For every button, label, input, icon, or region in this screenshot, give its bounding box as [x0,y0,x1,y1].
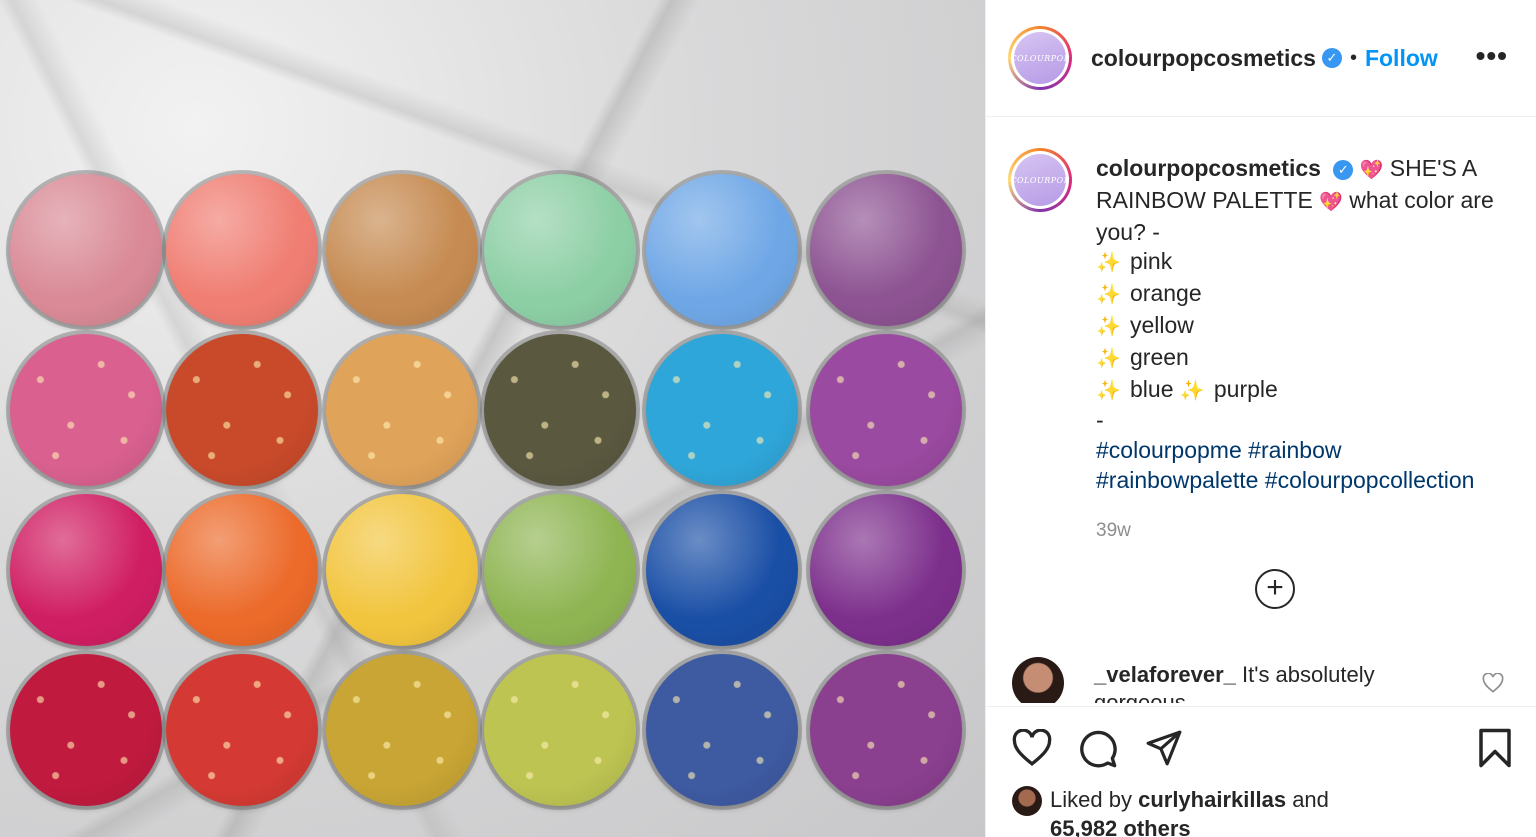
eyeshadow-pan [326,494,478,646]
eyeshadow-pan [484,494,636,646]
eyeshadow-pan [326,654,478,806]
caption-dash: - [1096,407,1104,434]
eyeshadow-pan [10,174,162,326]
eyeshadow-pan [10,654,162,806]
sparkles-icon: ✨ [1179,379,1205,402]
post-photo[interactable] [0,0,985,837]
post-caption: COLOURPOP colourpopcosmetics ✓ 💖 SHE'S A… [1008,148,1518,546]
avatar-logo: COLOURPOP [1010,32,1069,84]
color-item: purple [1213,375,1278,402]
sparkles-icon: ✨ [1096,315,1121,338]
color-item: yellow [1130,311,1194,338]
header-username[interactable]: colourpopcosmetics [1091,45,1316,72]
eyeshadow-pan [10,494,162,646]
sparkles-icon: ✨ [1096,284,1121,307]
avatar-frame: COLOURPOP [1010,29,1069,87]
eyeshadow-pan [166,654,318,806]
caption-avatar[interactable]: COLOURPOP [1008,148,1072,212]
likes-count[interactable]: 65,982 others [1050,816,1191,837]
likes-prefix: Liked by [1050,787,1132,812]
color-line: ✨ green [1096,343,1511,375]
post-actions: Liked by curlyhairkillas and 65,982 othe… [986,706,1536,837]
eyeshadow-pan [166,334,318,486]
eyeshadow-pan [810,654,962,806]
eyeshadow-pan [646,334,798,486]
commenter-avatar[interactable] [1012,657,1064,703]
eyeshadow-pan [484,174,636,326]
speech-bubble-icon[interactable] [1078,729,1118,769]
color-line: ✨ blue ✨ purple [1096,375,1511,407]
likes-suffix: and [1292,787,1329,812]
eyeshadow-pan [646,174,798,326]
more-options-icon[interactable]: ••• [1476,40,1508,72]
eyeshadow-pan [810,174,962,326]
heart-icon[interactable] [1012,729,1052,767]
likes-summary: Liked by curlyhairkillas and 65,982 othe… [1012,785,1329,837]
color-item: blue [1130,375,1174,402]
avatar-logo: COLOURPOP [1010,154,1069,206]
comment-like-icon[interactable] [1482,673,1504,693]
bookmark-icon[interactable] [1477,727,1513,769]
color-line: ✨ pink [1096,247,1511,279]
eyeshadow-pan [326,174,478,326]
sparkles-icon: ✨ [1096,347,1121,370]
avatar-frame: COLOURPOP [1010,151,1069,209]
sparkles-icon: ✨ [1096,379,1121,402]
hashtags-line[interactable]: #colourpopme #rainbow [1096,436,1511,466]
verified-badge-icon: ✓ [1333,159,1354,180]
eyeshadow-pan [810,494,962,646]
profile-avatar[interactable]: COLOURPOP [1008,26,1072,90]
sparkling-heart-icon: 💖 [1359,160,1384,181]
caption-text: colourpopcosmetics ✓ 💖 SHE'S A RAINBOW P… [1096,154,1511,546]
eyeshadow-pan [10,334,162,486]
load-more-comments-button[interactable]: + [1255,569,1295,609]
hashtags-line[interactable]: #rainbowpalette #colourpopcollection [1096,466,1511,496]
comment-text: _velaforever_ It's absolutely gorgeous [1094,661,1454,703]
eyeshadow-pan [166,494,318,646]
color-line: ✨ orange [1096,279,1511,311]
eyeshadow-pan [646,654,798,806]
add-comment-icon: + [1266,571,1284,604]
eyeshadow-pan [646,494,798,646]
separator-dot: • [1349,46,1357,69]
eyeshadow-pan [166,174,318,326]
likes-text: Liked by curlyhairkillas and 65,982 othe… [1050,785,1329,837]
sparkles-icon: ✨ [1096,252,1121,275]
eyeshadow-pan [484,334,636,486]
liker-username[interactable]: curlyhairkillas [1138,787,1286,812]
color-line: ✨ yellow [1096,311,1511,343]
post-timestamp[interactable]: 39w [1096,516,1511,546]
color-item: orange [1130,280,1202,307]
liker-avatar[interactable] [1012,786,1042,816]
eyeshadow-pan [810,334,962,486]
color-item: green [1130,343,1189,370]
comment-username[interactable]: _velaforever_ [1094,662,1236,687]
caption-username[interactable]: colourpopcosmetics [1096,155,1321,181]
comment-item: _velaforever_ It's absolutely gorgeous [1012,657,1522,703]
post-sidebar: COLOURPOP colourpopcosmetics ✓ • Follow … [985,0,1536,837]
paper-plane-icon[interactable] [1144,729,1184,767]
post-header: COLOURPOP colourpopcosmetics ✓ • Follow … [986,0,1536,117]
eyeshadow-pan [484,654,636,806]
eyeshadow-pan [326,334,478,486]
color-item: pink [1130,248,1173,275]
verified-badge-icon: ✓ [1321,48,1342,68]
sparkling-heart-icon: 💖 [1319,191,1343,213]
follow-button[interactable]: Follow [1365,45,1438,72]
